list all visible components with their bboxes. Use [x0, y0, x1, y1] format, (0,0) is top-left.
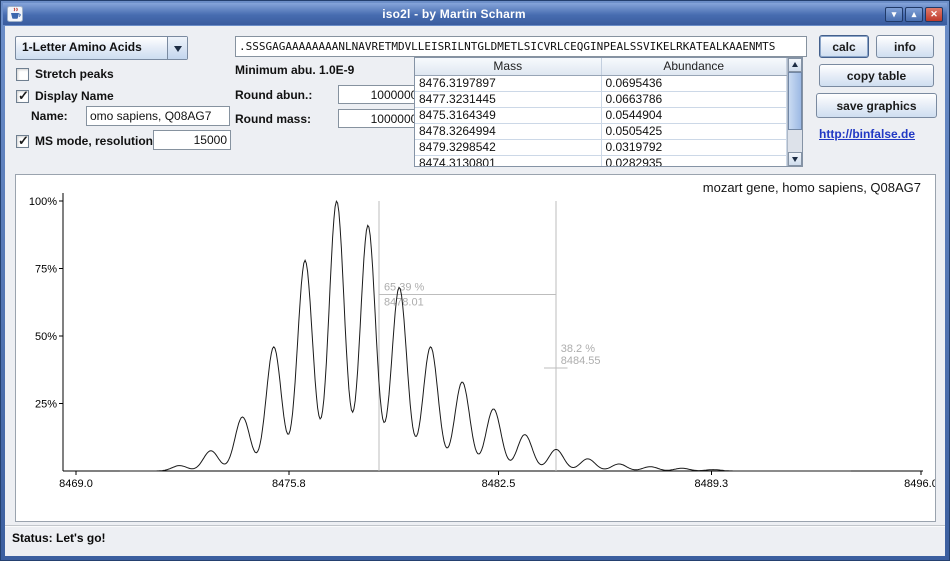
- ms-mode-checkbox[interactable]: MS mode, resolution:: [16, 133, 157, 149]
- checkbox-label: Display Name: [35, 89, 114, 103]
- svg-text:8489.3: 8489.3: [694, 478, 728, 490]
- svg-text:8496.0: 8496.0: [904, 478, 935, 490]
- table-row[interactable]: 8475.31643490.0544904: [415, 107, 787, 123]
- save-graphics-button[interactable]: save graphics: [816, 93, 937, 118]
- titlebar[interactable]: iso2l - by Martin Scharm ▾ ▴ ✕: [3, 3, 947, 25]
- table-row[interactable]: 8474.31308010.0282935: [415, 155, 787, 167]
- info-button[interactable]: info: [876, 35, 934, 58]
- table-cell[interactable]: 0.0319792: [601, 139, 787, 155]
- status-separator: [5, 525, 945, 527]
- svg-text:mozart gene, homo sapiens, Q08: mozart gene, homo sapiens, Q08AG7: [703, 180, 921, 195]
- spectrum-panel[interactable]: mozart gene, homo sapiens, Q08AG7 100% 75%…: [15, 174, 936, 522]
- checkbox-label: MS mode, resolution:: [35, 134, 157, 148]
- table-row[interactable]: 8476.31978970.0695436: [415, 75, 787, 91]
- checkbox-box[interactable]: [16, 90, 29, 103]
- calc-button[interactable]: calc: [819, 35, 869, 58]
- spectrum-chart[interactable]: mozart gene, homo sapiens, Q08AG7 100% 75%…: [16, 175, 935, 521]
- round-mass-label: Round mass:: [235, 112, 311, 126]
- table-row[interactable]: 8478.32649940.0505425: [415, 123, 787, 139]
- table-row[interactable]: 8477.32314450.0663786: [415, 91, 787, 107]
- combo-selected-value: 1-Letter Amino Acids: [16, 37, 167, 59]
- maximize-button[interactable]: ▴: [905, 7, 923, 22]
- svg-text:38.2 %: 38.2 %: [561, 343, 595, 355]
- name-input[interactable]: [86, 106, 230, 126]
- table-cell[interactable]: 8475.3164349: [415, 107, 601, 123]
- resolution-input[interactable]: [153, 130, 231, 150]
- chevron-down-icon[interactable]: [167, 37, 187, 59]
- status-text: Status: Let's go!: [12, 531, 106, 545]
- scrollbar-thumb[interactable]: [788, 72, 802, 130]
- table-cell[interactable]: 0.0282935: [601, 155, 787, 167]
- isotope-table: Mass Abundance 8476.31978970.06954368477…: [414, 57, 803, 167]
- checkbox-box[interactable]: [16, 68, 29, 81]
- svg-text:25%: 25%: [35, 399, 57, 411]
- display-name-checkbox[interactable]: Display Name: [16, 88, 114, 104]
- minimize-button[interactable]: ▾: [885, 7, 903, 22]
- app-window: iso2l - by Martin Scharm ▾ ▴ ✕ 1-Letter …: [0, 0, 950, 561]
- amino-acid-format-select[interactable]: 1-Letter Amino Acids: [15, 36, 188, 60]
- table-cell[interactable]: 8476.3197897: [415, 75, 601, 91]
- table-scrollbar[interactable]: [787, 58, 802, 166]
- svg-text:50%: 50%: [35, 331, 57, 343]
- table-cell[interactable]: 0.0544904: [601, 107, 787, 123]
- column-header-abundance[interactable]: Abundance: [601, 58, 787, 75]
- close-button[interactable]: ✕: [925, 7, 943, 22]
- svg-text:65.39 %: 65.39 %: [384, 281, 425, 293]
- table-row[interactable]: 8479.32985420.0319792: [415, 139, 787, 155]
- table-cell[interactable]: 8474.3130801: [415, 155, 601, 167]
- java-cup-icon: [7, 6, 23, 22]
- name-label: Name:: [31, 109, 68, 123]
- abundance-table-body: 8476.31978970.06954368477.32314450.06637…: [415, 75, 787, 167]
- table-cell[interactable]: 8477.3231445: [415, 91, 601, 107]
- minimum-abundance-label: Minimum abu. 1.0E-9: [235, 63, 354, 77]
- table-cell[interactable]: 0.0663786: [601, 91, 787, 107]
- svg-text:8478.01: 8478.01: [384, 296, 424, 308]
- checkbox-box[interactable]: [16, 135, 29, 148]
- svg-text:100%: 100%: [29, 196, 57, 208]
- table-cell[interactable]: 8478.3264994: [415, 123, 601, 139]
- column-header-mass[interactable]: Mass: [415, 58, 601, 75]
- sequence-input[interactable]: [235, 36, 807, 57]
- checkbox-label: Stretch peaks: [35, 67, 114, 81]
- table-cell[interactable]: 0.0505425: [601, 123, 787, 139]
- round-abundance-label: Round abun.:: [235, 88, 312, 102]
- scroll-down-icon[interactable]: [788, 152, 802, 166]
- svg-text:8475.8: 8475.8: [272, 478, 306, 490]
- table-cell[interactable]: 8479.3298542: [415, 139, 601, 155]
- copy-table-button[interactable]: copy table: [819, 64, 934, 87]
- svg-text:75%: 75%: [35, 264, 57, 276]
- svg-text:8484.55: 8484.55: [561, 355, 601, 367]
- svg-text:8482.5: 8482.5: [482, 478, 516, 490]
- binfalse-link[interactable]: http://binfalse.de: [819, 127, 915, 141]
- svg-text:8469.0: 8469.0: [59, 478, 93, 490]
- window-title: iso2l - by Martin Scharm: [27, 7, 881, 21]
- stretch-peaks-checkbox[interactable]: Stretch peaks: [16, 66, 114, 82]
- scroll-up-icon[interactable]: [788, 58, 802, 72]
- table-cell[interactable]: 0.0695436: [601, 75, 787, 91]
